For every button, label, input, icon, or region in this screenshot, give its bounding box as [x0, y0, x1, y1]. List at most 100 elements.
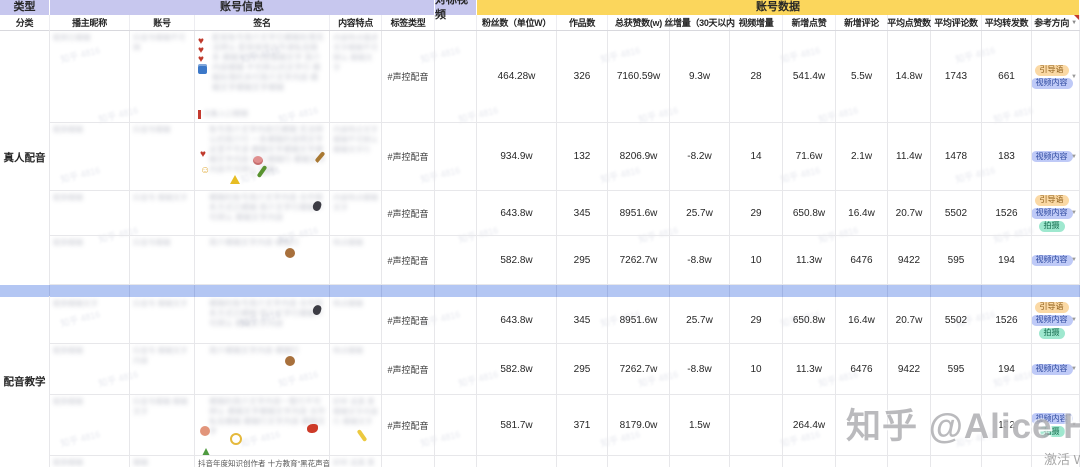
signature-cell[interactable]: 模糊的简介文字内容一整行不可辨认 模糊文字模糊文字内容 合作私信模糊 模糊行文字…	[195, 395, 330, 456]
column-header-18[interactable]: 参考方向▼	[1032, 15, 1080, 30]
column-header-2[interactable]: 播主昵称	[50, 15, 130, 30]
metric-cell[interactable]: 1743	[931, 31, 982, 123]
dropdown-caret-icon[interactable]: ▼	[1071, 210, 1077, 216]
metric-cell[interactable]: 345	[557, 191, 608, 236]
metric-cell[interactable]: 11.3w	[783, 344, 836, 395]
nickname-cell[interactable]: 昵称模糊	[50, 395, 130, 456]
tag-type-cell[interactable]: #声控配音	[382, 344, 435, 395]
reference-direction-cell[interactable]: 视频内容▼	[1032, 344, 1080, 395]
features-cell[interactable]: 特点模糊	[330, 236, 382, 285]
dropdown-caret-icon[interactable]: ▼	[1071, 74, 1077, 80]
column-header-1[interactable]: 分类	[0, 15, 50, 30]
metric-cell[interactable]: 132	[557, 123, 608, 191]
metric-cell[interactable]: 7160.59w	[608, 31, 670, 123]
dropdown-caret-icon[interactable]: ▼	[1071, 154, 1077, 160]
metric-cell[interactable]: 371	[557, 395, 608, 456]
reference-direction-cell[interactable]: 视频内容▼	[1032, 236, 1080, 285]
features-cell[interactable]: 内容特点描述文字模糊不可辨认 模糊文字	[330, 31, 382, 123]
metric-cell[interactable]: 643.8w	[477, 297, 557, 344]
dropdown-caret-icon[interactable]: ▼	[1071, 366, 1077, 372]
metric-cell[interactable]: 5502	[931, 297, 982, 344]
signature-cell[interactable]: 模糊的账号简介文字内容 合作联系方式已模糊 简介文字行模糊不可辨认 模糊文字内容	[195, 191, 330, 236]
metric-cell[interactable]: 11.3w	[783, 236, 836, 285]
metric-cell[interactable]: 650.8w	[783, 191, 836, 236]
tag-type-cell[interactable]: #声控配音	[382, 236, 435, 285]
dropdown-caret-icon[interactable]: ▼	[1071, 317, 1077, 323]
nickname-cell[interactable]: 昵称模糊	[50, 236, 130, 285]
metric-cell[interactable]: 71.6w	[783, 123, 836, 191]
metric-cell[interactable]: 7262.7w	[608, 236, 670, 285]
metric-cell[interactable]: 582.8w	[477, 236, 557, 285]
column-header-3[interactable]: 账号	[130, 15, 195, 30]
column-header-12[interactable]: 视频增量	[730, 15, 783, 30]
metric-cell[interactable]: 5.5w	[836, 31, 888, 123]
tag-type-cell[interactable]: #声控配音	[382, 123, 435, 191]
nickname-cell[interactable]: 昵称模糊	[50, 344, 130, 395]
account-cell[interactable]: 抖音号模糊	[130, 236, 195, 285]
benchmark-video-cell[interactable]	[435, 297, 477, 344]
benchmark-video-cell[interactable]	[435, 344, 477, 395]
dropdown-caret-icon[interactable]: ▼	[1071, 257, 1077, 263]
metric-cell[interactable]	[557, 456, 608, 467]
column-header-15[interactable]: 平均点赞数	[888, 15, 931, 30]
metric-cell[interactable]: 582.8w	[477, 344, 557, 395]
metric-cell[interactable]: 28	[730, 31, 783, 123]
metric-cell[interactable]: 16.4w	[836, 297, 888, 344]
benchmark-video-cell[interactable]	[435, 395, 477, 456]
account-cell[interactable]: 抖音号模糊 模糊文字	[130, 395, 195, 456]
features-cell[interactable]: 内容特点文字模糊不可辨认 模糊文字行	[330, 123, 382, 191]
tag-type-cell[interactable]: #声控配音	[382, 31, 435, 123]
metric-cell[interactable]: 264.4w	[783, 395, 836, 456]
signature-cell[interactable]: 抖音年度知识创作者 十方教育“黑花声音大学”合伙	[195, 456, 330, 467]
metric-cell[interactable]: 10	[730, 344, 783, 395]
metric-cell[interactable]: 25.7w	[670, 191, 730, 236]
signature-cell[interactable]: 配音账号简介文字已模糊处理无法辨认 配音接单合作请私信联系 模糊文字内容模糊文字…	[195, 31, 330, 123]
metric-cell[interactable]: 541.4w	[783, 31, 836, 123]
group-header-2[interactable]: 账号信息	[50, 0, 435, 15]
metric-cell[interactable]: 345	[557, 297, 608, 344]
account-cell[interactable]: 抖音号模糊	[130, 123, 195, 191]
account-cell[interactable]: 抖音号 模糊文字	[130, 191, 195, 236]
metric-cell[interactable]: 29	[730, 191, 783, 236]
metric-cell[interactable]: 1526	[982, 297, 1032, 344]
signature-cell[interactable]: 账号简介文字内容已模糊 无法辨认的简介行 一条模糊的说明文字这里不可读 模糊文字…	[195, 123, 330, 191]
tag-type-cell[interactable]: #声控配音	[382, 395, 435, 456]
signature-cell[interactable]: 简介模糊文字内容 模糊行	[195, 236, 330, 285]
column-header-8[interactable]: 粉丝数（单位W）	[477, 15, 557, 30]
tag-type-cell[interactable]: #声控配音	[382, 191, 435, 236]
features-cell[interactable]: 特点模糊	[330, 344, 382, 395]
metric-cell[interactable]	[670, 456, 730, 467]
tag-type-cell[interactable]: #声控配音	[382, 297, 435, 344]
metric-cell[interactable]: -8.8w	[670, 236, 730, 285]
signature-cell[interactable]: 模糊的账号简介文字内容 合作联系方式已模糊 简介文字行模糊不可辨认 模糊文字内容	[195, 297, 330, 344]
metric-cell[interactable]: 1478	[931, 123, 982, 191]
metric-cell[interactable]: 14.8w	[888, 31, 931, 123]
metric-cell[interactable]: 10	[730, 236, 783, 285]
account-cell[interactable]: 模糊	[130, 456, 195, 467]
metric-cell[interactable]: 934.9w	[477, 123, 557, 191]
features-cell[interactable]: 好听 说真 意 模糊文字内容行 模糊文字	[330, 395, 382, 456]
account-cell[interactable]: 抖音号 模糊文字	[130, 297, 195, 344]
filter-caret-icon[interactable]: ▼	[1071, 20, 1077, 26]
signature-cell[interactable]: 简介模糊文字内容 模糊行	[195, 344, 330, 395]
metric-cell[interactable]: 194	[982, 344, 1032, 395]
nickname-cell[interactable]: 昵称模糊文字	[50, 297, 130, 344]
metric-cell[interactable]	[477, 456, 557, 467]
metric-cell[interactable]: 14	[730, 123, 783, 191]
metric-cell[interactable]: 595	[931, 344, 982, 395]
group-header-1[interactable]: 类型	[0, 0, 50, 15]
column-header-17[interactable]: 平均转发数	[982, 15, 1032, 30]
metric-cell[interactable]	[982, 456, 1032, 467]
metric-cell[interactable]: 6476	[836, 344, 888, 395]
column-header-11[interactable]: 丝增量（30天以内	[670, 15, 730, 30]
column-header-10[interactable]: 总获赞数(w)	[608, 15, 670, 30]
column-header-5[interactable]: 内容特点	[330, 15, 382, 30]
metric-cell[interactable]: 650.8w	[783, 297, 836, 344]
metric-cell[interactable]: 29	[730, 297, 783, 344]
column-header-9[interactable]: 作品数	[557, 15, 608, 30]
group-header-4[interactable]: 账号数据	[477, 0, 1080, 15]
reference-direction-cell[interactable]: 引导语视频内容▼	[1032, 31, 1080, 123]
benchmark-video-cell[interactable]	[435, 456, 477, 467]
metric-cell[interactable]: -8.2w	[670, 123, 730, 191]
column-header-6[interactable]: 标签类型	[382, 15, 435, 30]
